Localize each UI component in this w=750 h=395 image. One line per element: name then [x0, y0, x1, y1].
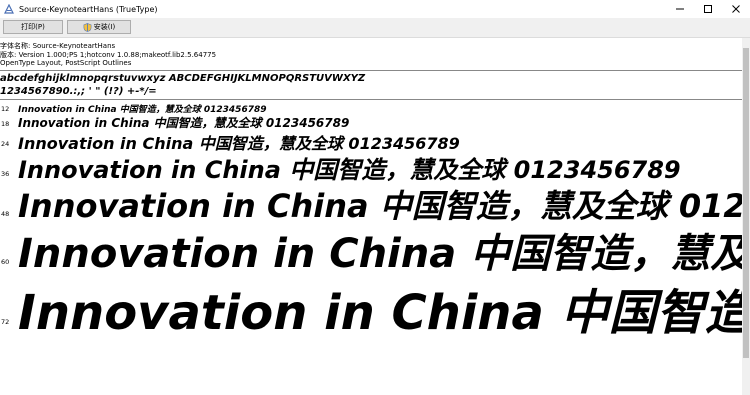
font-preview-area: 字体名称: Source-KeynoteartHans 版本: Version …: [0, 38, 742, 395]
install-button-label: 安装(I): [93, 23, 116, 31]
sample-line-36: Innovation in China 中国智造，慧及全球 0123456789: [18, 156, 681, 184]
alphabet-line-2: 1234567890.:,; ' " (!?) +-*/=: [0, 86, 157, 97]
shield-icon: [83, 22, 92, 32]
print-button-label: 打印(P): [21, 23, 45, 31]
maximize-icon: [704, 5, 712, 13]
divider: [0, 70, 742, 71]
alphabet-line-1: abcdefghijklmnopqrstuvwxyz ABCDEFGHIJKLM…: [0, 73, 366, 84]
scrollbar-thumb[interactable]: [743, 48, 749, 358]
divider: [0, 99, 742, 100]
title-bar: Source-KeynoteartHans (TrueType): [0, 0, 750, 18]
window-title: Source-KeynoteartHans (TrueType): [19, 4, 158, 14]
size-label: 72: [1, 318, 10, 326]
font-features-line: OpenType Layout, PostScript Outlines: [0, 59, 132, 67]
sample-line-72: Innovation in China 中国智造，慧及全球 0123456789: [18, 285, 742, 341]
print-button[interactable]: 打印(P): [3, 20, 63, 34]
vertical-scrollbar[interactable]: [742, 38, 750, 395]
close-icon: [732, 5, 740, 13]
size-label: 18: [1, 120, 10, 128]
size-label: 36: [1, 170, 10, 178]
install-button[interactable]: 安装(I): [67, 20, 131, 34]
close-button[interactable]: [722, 0, 750, 18]
minimize-icon: [676, 8, 684, 10]
maximize-button[interactable]: [694, 0, 722, 18]
size-label: 12: [1, 105, 10, 113]
toolbar: 打印(P) 安装(I): [0, 18, 750, 38]
size-label: 60: [1, 258, 10, 266]
minimize-button[interactable]: [666, 0, 694, 18]
size-label: 24: [1, 140, 10, 148]
font-app-icon: [4, 4, 14, 14]
size-label: 48: [1, 210, 10, 218]
sample-line-18: Innovation in China 中国智造，慧及全球 0123456789: [18, 116, 350, 130]
sample-line-60: Innovation in China 中国智造，慧及全球 0123456789: [18, 231, 742, 277]
